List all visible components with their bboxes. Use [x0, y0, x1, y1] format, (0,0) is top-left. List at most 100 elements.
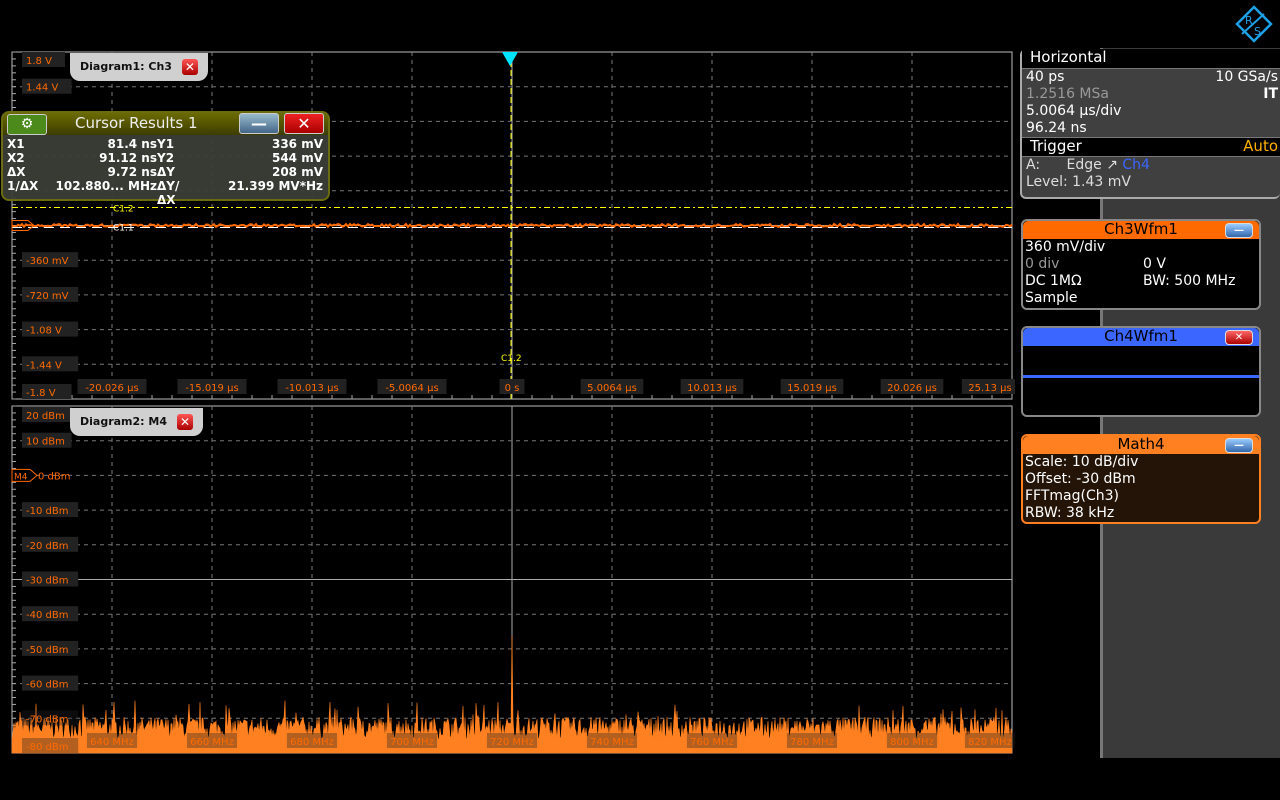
- svg-text:S: S: [1254, 25, 1261, 38]
- svg-text:R: R: [1245, 14, 1253, 27]
- dialog-title: Cursor Results 1: [75, 114, 198, 132]
- y-tick-label: 1.44 V: [26, 83, 58, 94]
- math4-function: FFTmag(Ch3): [1025, 488, 1259, 505]
- ch3-offset-v: 0 V: [1143, 256, 1166, 273]
- cursor-label: C1.2: [501, 354, 522, 364]
- x-tick-label: -20.026 µs: [85, 383, 138, 394]
- time-scale: 5.0064 µs/div: [1026, 103, 1278, 120]
- cursor-value: 208 mV: [197, 165, 323, 179]
- x-tick-label: 680 MHz: [290, 737, 334, 748]
- ch3-panel[interactable]: Ch3Wfm1 — 360 mV/div 0 div 0 V DC 1MΩ BW: 5…: [1021, 219, 1261, 310]
- x-tick-label: 820 MHz: [968, 737, 1012, 748]
- ch4-title: Ch4Wfm1: [1104, 327, 1178, 345]
- ch3-title: Ch3Wfm1: [1104, 220, 1178, 238]
- y-tick-label: -50 dBm: [26, 645, 68, 656]
- cursor-label: Y1: [157, 137, 197, 151]
- y-tick-label: -80 dBm: [26, 742, 68, 753]
- diagram1-tab-label: Diagram1: Ch3: [80, 53, 172, 81]
- horizontal-title: Horizontal: [1022, 49, 1280, 69]
- minimize-icon[interactable]: —: [1225, 438, 1253, 453]
- close-icon[interactable]: ✕: [1225, 330, 1253, 345]
- horizontal-trigger-panel[interactable]: Horizontal 40 ps 10 GSa/s 1.2516 MSa IT 5.…: [1020, 49, 1280, 199]
- x-tick-label: 700 MHz: [390, 737, 434, 748]
- trigger-level: Level: 1.43 mV: [1022, 174, 1280, 191]
- cursor-label: ΔX: [7, 165, 49, 179]
- x-tick-label: 660 MHz: [190, 737, 234, 748]
- cursor-label: X1: [7, 137, 49, 151]
- y-tick-label: 0 dBm: [38, 471, 71, 482]
- trigger-mode[interactable]: Auto: [1243, 138, 1280, 156]
- y-tick-label: -1.08 V: [26, 326, 62, 337]
- rs-logo: RS: [1234, 4, 1274, 44]
- horizontal-position: 96.24 ns: [1026, 120, 1278, 137]
- cursor-label: C1.1: [113, 224, 134, 234]
- close-icon[interactable]: ✕: [177, 414, 193, 430]
- ch4-preview-trace: [1023, 375, 1259, 378]
- close-icon[interactable]: ✕: [182, 59, 198, 75]
- ch3-bandwidth: BW: 500 MHz: [1143, 273, 1235, 290]
- y-tick-label: -1.8 V: [26, 388, 56, 399]
- y-tick-label: -360 mV: [26, 256, 69, 267]
- math4-scale: Scale: 10 dB/div: [1025, 454, 1259, 471]
- minimize-icon[interactable]: —: [1225, 223, 1253, 238]
- cursor-results-table: X1 81.4 ns Y1 336 mV X2 91.12 ns Y2 544 mV ΔX 9.7…: [3, 135, 328, 209]
- y-tick-label: -720 mV: [26, 291, 69, 302]
- diagram2-tab-label: Diagram2: M4: [80, 408, 167, 436]
- y-tick-label: -30 dBm: [26, 576, 68, 587]
- x-tick-label: 0 s: [505, 383, 520, 394]
- x-tick-label: 640 MHz: [90, 737, 134, 748]
- sample-rate: 10 GSa/s: [1215, 69, 1278, 86]
- x-tick-label: 5.0064 µs: [587, 383, 637, 394]
- ch4-panel[interactable]: Ch4Wfm1 ✕: [1021, 326, 1261, 417]
- rising-edge-icon: ↗: [1106, 157, 1118, 173]
- x-tick-label: 20.026 µs: [887, 383, 937, 394]
- x-tick-label: -10.013 µs: [285, 383, 338, 394]
- y-tick-label: -1.44 V: [26, 360, 62, 371]
- diagram2-plot[interactable]: 20 dBm 10 dBm -10 dBm -20 dBm -30 dBm -40 dBm…: [0, 402, 1015, 758]
- y-tick-label: -70 dBm: [26, 714, 68, 725]
- diagram2-tab[interactable]: Diagram2: M4 ✕: [70, 408, 203, 436]
- cursor-value: 91.12 ns: [49, 151, 157, 165]
- cursor-value: 336 mV: [197, 137, 323, 151]
- math4-title: Math4: [1117, 435, 1164, 453]
- cursor-label: ΔY: [157, 165, 197, 179]
- y-tick-label: 20 dBm: [26, 411, 65, 422]
- diagram1-tab[interactable]: Diagram1: Ch3 ✕: [70, 53, 208, 81]
- x-tick-label: -15.019 µs: [185, 383, 238, 394]
- x-tick-label: 800 MHz: [890, 737, 934, 748]
- math4-panel[interactable]: Math4— Scale: 10 dB/div Offset: -30 dBm …: [1021, 434, 1261, 524]
- trigger-a-label: A:: [1026, 157, 1040, 173]
- trigger-type: Edge: [1067, 157, 1102, 173]
- ch3-coupling: DC 1MΩ: [1025, 273, 1143, 290]
- trigger-title: Trigger: [1030, 138, 1082, 156]
- record-length: 1.2516 MSa: [1026, 86, 1109, 103]
- x-tick-label: 720 MHz: [490, 737, 534, 748]
- y-tick-label: -20 dBm: [26, 541, 68, 552]
- math4-offset: Offset: -30 dBm: [1025, 471, 1259, 488]
- acq-mode: IT: [1263, 86, 1278, 103]
- y-tick-label: -60 dBm: [26, 680, 68, 691]
- x-tick-label: 15.019 µs: [787, 383, 837, 394]
- cursor-value: 544 mV: [197, 151, 323, 165]
- diagram1-plot[interactable]: 1.8 V 1.44 V -360 mV -720 mV -1.08 V -1.44 V -…: [0, 48, 1015, 403]
- minimize-button[interactable]: —: [239, 113, 279, 134]
- cursor-value: 9.72 ns: [49, 165, 157, 179]
- gear-icon[interactable]: ⚙: [7, 114, 47, 135]
- cursor-value: 102.880... MHz: [49, 179, 157, 207]
- cursor-label: X2: [7, 151, 49, 165]
- m4-marker-label: M4: [14, 472, 28, 482]
- cursor-value: 21.399 MV*Hz: [197, 179, 323, 207]
- cursor-label: ΔY/ΔX: [157, 179, 197, 207]
- cursor-results-dialog[interactable]: ⚙ Cursor Results 1 — ✕ X1 81.4 ns Y1 336 mV…: [1, 111, 330, 201]
- close-button[interactable]: ✕: [284, 113, 324, 134]
- y-tick-label: -40 dBm: [26, 610, 68, 621]
- x-tick-label: 760 MHz: [690, 737, 734, 748]
- x-tick-label: 780 MHz: [790, 737, 834, 748]
- cursor-label: 1/ΔX: [7, 179, 49, 207]
- trigger-source: Ch4: [1122, 157, 1150, 173]
- math4-rbw: RBW: 38 kHz: [1025, 505, 1259, 522]
- x-tick-label: 25.13 µs: [968, 383, 1011, 394]
- x-tick-label: -5.0064 µs: [385, 383, 438, 394]
- y-tick-label: 1.8 V: [26, 56, 52, 67]
- cursor-label: Y2: [157, 151, 197, 165]
